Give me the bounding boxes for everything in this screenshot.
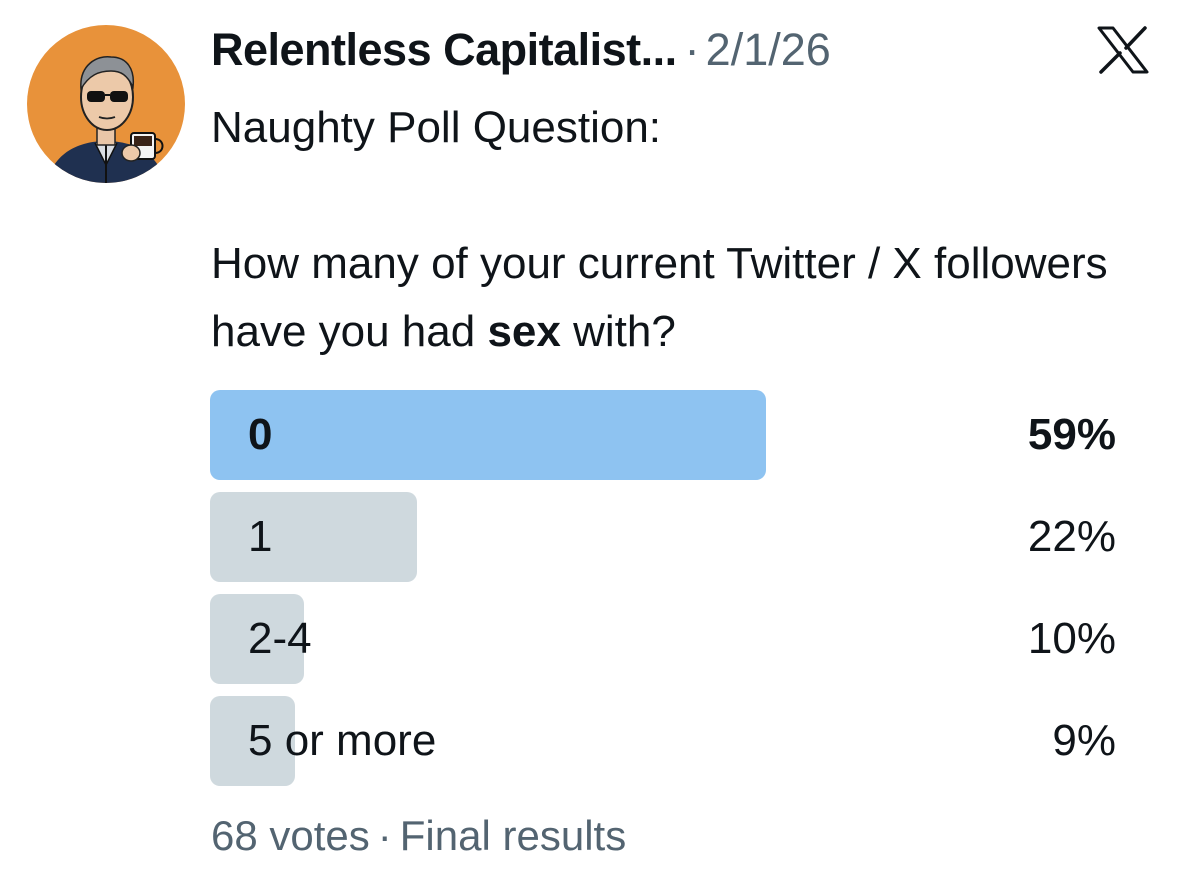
poll-option: 2-4 10% xyxy=(210,594,1116,684)
poll-option-percent: 59% xyxy=(1027,410,1116,459)
poll-result-bar xyxy=(210,492,417,582)
poll-option-percent: 22% xyxy=(1027,512,1116,561)
poll-result-bar xyxy=(210,390,766,480)
avatar-illustration xyxy=(27,25,185,183)
tweet-text: Naughty Poll Question: How many of your … xyxy=(211,94,1151,366)
author-avatar[interactable] xyxy=(27,25,185,183)
header-separator: · xyxy=(684,24,700,75)
poll-option-label: 1 xyxy=(248,512,273,561)
poll-question-bold: sex xyxy=(487,307,561,356)
poll-option-label: 5 or more xyxy=(248,716,437,765)
author-name[interactable]: Relentless Capitalist... xyxy=(211,24,677,76)
poll-footer: 68 votes · Final results xyxy=(211,812,626,860)
poll-question-part2: with? xyxy=(560,307,676,356)
poll-option: 1 22% xyxy=(210,492,1116,582)
poll-option: 5 or more 9% xyxy=(210,696,1116,786)
poll-option-percent: 9% xyxy=(1052,716,1116,765)
tweet-text-line1: Naughty Poll Question: xyxy=(211,103,662,152)
poll-option-label: 2-4 xyxy=(248,614,312,663)
poll-option-label: 0 xyxy=(248,410,273,459)
poll-question: How many of your current Twitter / X fol… xyxy=(211,230,1151,366)
x-logo-icon[interactable] xyxy=(1097,26,1149,74)
post-date[interactable]: 2/1/26 xyxy=(706,24,831,76)
poll-status: Final results xyxy=(399,812,627,859)
poll: 0 59% 1 22% 2-4 10% 5 or more 9% xyxy=(210,390,1116,798)
tweet-card: Relentless Capitalist... · 2/1/26 Naught… xyxy=(0,0,1179,890)
vote-count: 68 votes xyxy=(211,812,370,859)
tweet-header: Relentless Capitalist... · 2/1/26 xyxy=(211,18,831,82)
footer-separator: · xyxy=(377,812,392,859)
poll-option-percent: 10% xyxy=(1027,614,1116,663)
poll-option: 0 59% xyxy=(210,390,1116,480)
